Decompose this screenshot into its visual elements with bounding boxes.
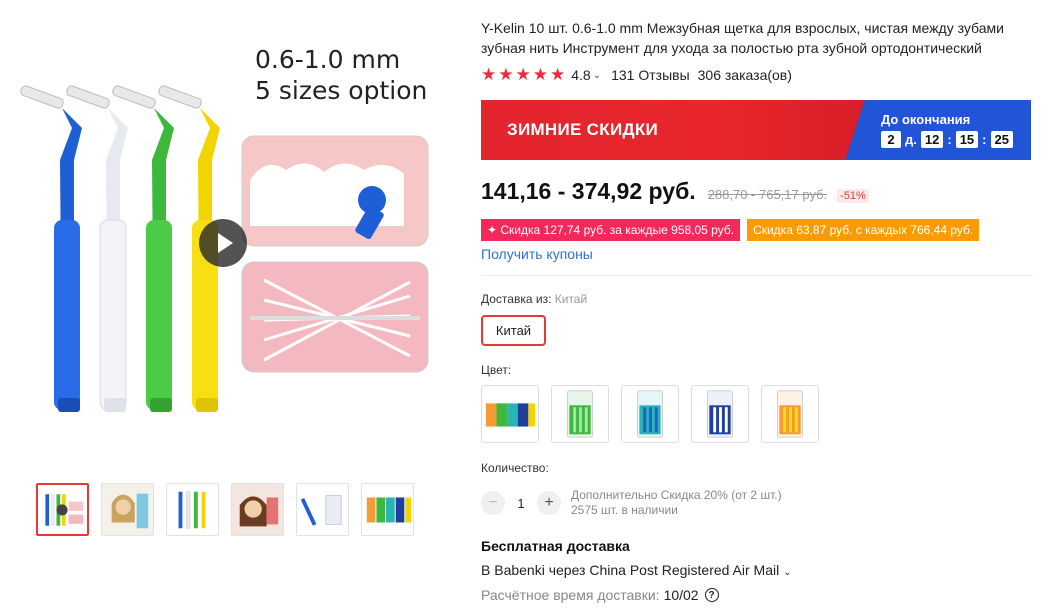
countdown-timer: 2 д. 12 : 15 : 25: [881, 131, 1031, 148]
eta-label: Расчётное время доставки:: [481, 587, 660, 603]
quantity-value[interactable]: 1: [505, 496, 537, 511]
coupon-badge-2[interactable]: Скидка 63,87 руб. с каждых 766,44 руб.: [747, 219, 980, 241]
reviews-link[interactable]: 131 Отзывы: [611, 67, 690, 83]
thumbnail-6[interactable]: [361, 483, 414, 536]
shipping-method-text: В Babenki через China Post Registered Ai…: [481, 562, 780, 578]
countdown-minutes: 15: [955, 131, 979, 148]
stock-text: 2575 шт. в наличии: [571, 503, 678, 517]
coupon-badge-1[interactable]: ✦ Скидка 127,74 руб. за каждые 958,05 ру…: [481, 219, 741, 241]
color-option-1.0mm[interactable]: [691, 385, 749, 443]
quantity-stepper: − 1 + Дополнительно Скидка 20% (от 2 шт.…: [481, 488, 782, 518]
ship-from-value: Китай: [554, 292, 588, 306]
ship-from-option[interactable]: Китай: [481, 315, 546, 346]
coupon-row: ✦ Скидка 127,74 руб. за каждые 958,05 ру…: [481, 219, 980, 241]
star-icon: ★: [481, 65, 497, 84]
star-icon: ★: [515, 65, 531, 84]
countdown-hours: 12: [920, 131, 944, 148]
star-icon: ★: [532, 65, 548, 84]
quantity-decrease-button[interactable]: −: [481, 491, 505, 515]
old-price: 288,70 - 765,17 руб.: [707, 187, 828, 202]
thumbnail-strip: [36, 483, 414, 536]
rating-row: ★ ★ ★ ★ ★ 4.8 ⌄ 131 Отзывы 306 заказа(ов…: [481, 66, 792, 84]
divider: [481, 275, 1033, 276]
color-option-0.6mm[interactable]: [761, 385, 819, 443]
caption-line-1: 0.6-1.0 mm: [255, 45, 401, 74]
chevron-down-icon: ⌄: [783, 567, 792, 578]
product-gallery: 0.6-1.0 mm 5 sizes option: [0, 0, 460, 614]
current-price: 141,16 - 374,92 руб.: [481, 178, 696, 204]
orders-count: 306 заказа(ов): [697, 67, 792, 83]
thumbnail-2[interactable]: [101, 483, 154, 536]
chevron-down-icon[interactable]: ⌄: [593, 70, 601, 81]
play-video-button[interactable]: [199, 219, 247, 267]
countdown-separator: :: [947, 132, 952, 147]
caption-line-2: 5 sizes option: [255, 76, 428, 105]
promo-banner[interactable]: ЗИМНИЕ СКИДКИ До окончания 2 д. 12 : 15 …: [481, 100, 1031, 160]
countdown-panel: До окончания 2 д. 12 : 15 : 25: [873, 100, 1031, 160]
thumbnail-4[interactable]: [231, 483, 284, 536]
countdown-days-unit: д.: [905, 132, 917, 147]
thumbnail-5[interactable]: [296, 483, 349, 536]
help-icon[interactable]: ?: [704, 588, 719, 602]
product-title: Y-Kelin 10 шт. 0.6-1.0 mm Межзубная щетк…: [481, 20, 1004, 56]
thumbnail-3[interactable]: [166, 483, 219, 536]
countdown-days: 2: [881, 131, 901, 148]
eta-date: 10/02: [663, 587, 699, 603]
extra-discount-text: Дополнительно Скидка 20% (от 2 шт.): [571, 488, 782, 502]
ship-from-label-text: Доставка из:: [481, 292, 552, 306]
shipping-method-selector[interactable]: В Babenki через China Post Registered Ai…: [481, 562, 792, 578]
rating-stars: ★ ★ ★ ★ ★: [481, 66, 565, 84]
rating-value[interactable]: 4.8: [571, 67, 590, 83]
delivery-eta: Расчётное время доставки: 10/02 ?: [481, 587, 719, 603]
quantity-info: Дополнительно Скидка 20% (от 2 шт.) 2575…: [571, 488, 782, 518]
thumbnail-1[interactable]: [36, 483, 89, 536]
color-options: [481, 385, 819, 443]
star-icon: ★: [498, 65, 514, 84]
get-coupons-link[interactable]: Получить купоны: [481, 246, 593, 262]
promo-title: ЗИМНИЕ СКИДКИ: [481, 100, 873, 160]
color-option-multi[interactable]: [481, 385, 539, 443]
image-caption: 0.6-1.0 mm 5 sizes option: [255, 44, 427, 106]
free-shipping-title: Бесплатная доставка: [481, 538, 630, 554]
color-label: Цвет:: [481, 363, 512, 377]
quantity-increase-button[interactable]: +: [537, 491, 561, 515]
countdown-separator: :: [982, 132, 987, 147]
color-option-0.8mm[interactable]: [621, 385, 679, 443]
countdown-seconds: 25: [990, 131, 1013, 148]
promo-title-text: ЗИМНИЕ СКИДКИ: [507, 120, 659, 139]
discount-badge: -51%: [837, 189, 869, 203]
ship-from-label: Доставка из: Китай: [481, 292, 587, 306]
countdown-label: До окончания: [881, 112, 971, 127]
price-row: 141,16 - 374,92 руб. 288,70 - 765,17 руб…: [481, 178, 869, 205]
quantity-label: Количество:: [481, 461, 549, 475]
star-icon: ★: [550, 65, 566, 84]
color-option-0.7mm[interactable]: [551, 385, 609, 443]
